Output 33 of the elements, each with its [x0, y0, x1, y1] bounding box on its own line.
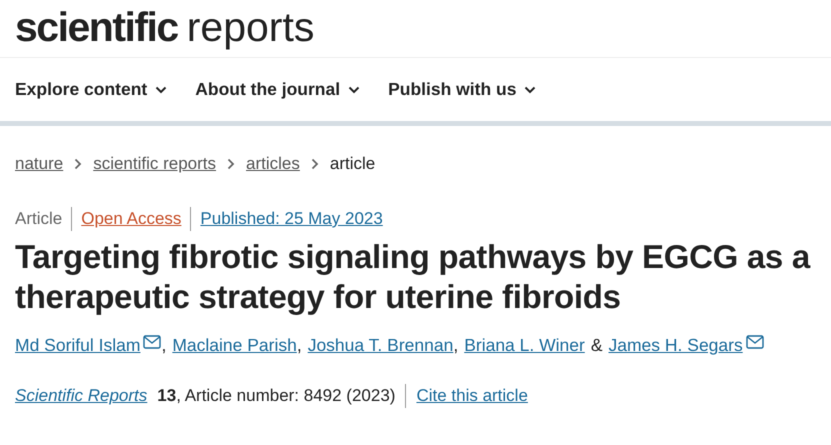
mail-icon[interactable]: [746, 334, 764, 348]
author-link[interactable]: Maclaine Parish: [172, 335, 297, 356]
author-separator: &: [590, 335, 602, 356]
nav-menu-button[interactable]: Publish with us: [388, 79, 536, 100]
author-link[interactable]: Briana L. Winer: [464, 335, 585, 356]
author-link[interactable]: James H. Segars: [608, 335, 743, 356]
breadcrumb-link[interactable]: nature: [15, 154, 64, 174]
breadcrumb-current: article: [330, 154, 376, 174]
article-type: Article: [15, 209, 62, 229]
mail-icon[interactable]: [143, 334, 162, 348]
citation-details: 13, Article number: 8492 (2023): [157, 386, 396, 406]
journal-logo-light[interactable]: reports: [186, 6, 314, 48]
chevron-down-icon: [524, 86, 536, 94]
journal-link[interactable]: Scientific Reports: [15, 386, 148, 406]
breadcrumb-link[interactable]: scientific reports: [93, 154, 216, 174]
published-date-link[interactable]: Published: 25 May 2023: [200, 209, 383, 229]
chevron-right-icon: [227, 158, 236, 170]
cite-article-link[interactable]: Cite this article: [416, 386, 528, 406]
author-link[interactable]: Joshua T. Brennan: [308, 335, 454, 356]
nav-menu-button[interactable]: Explore content: [15, 79, 168, 100]
open-access-link[interactable]: Open Access: [81, 209, 182, 229]
author-link[interactable]: Md Soriful Islam: [15, 335, 140, 356]
article-title: Targeting fibrotic signaling pathways by EGCG as a therapeutic strategy for uterine fibroids: [15, 237, 812, 317]
chevron-down-icon: [155, 86, 168, 94]
chevron-right-icon: [310, 158, 319, 170]
author-separator: ,: [453, 335, 458, 356]
chevron-right-icon: [74, 158, 82, 170]
nav-menu-button[interactable]: About the journal: [195, 79, 360, 100]
author-separator: ,: [296, 335, 302, 356]
journal-logo-bold[interactable]: scientific: [15, 6, 178, 48]
breadcrumb-link[interactable]: articles: [246, 154, 300, 174]
author-separator: ,: [161, 335, 166, 356]
chevron-down-icon: [348, 86, 360, 94]
